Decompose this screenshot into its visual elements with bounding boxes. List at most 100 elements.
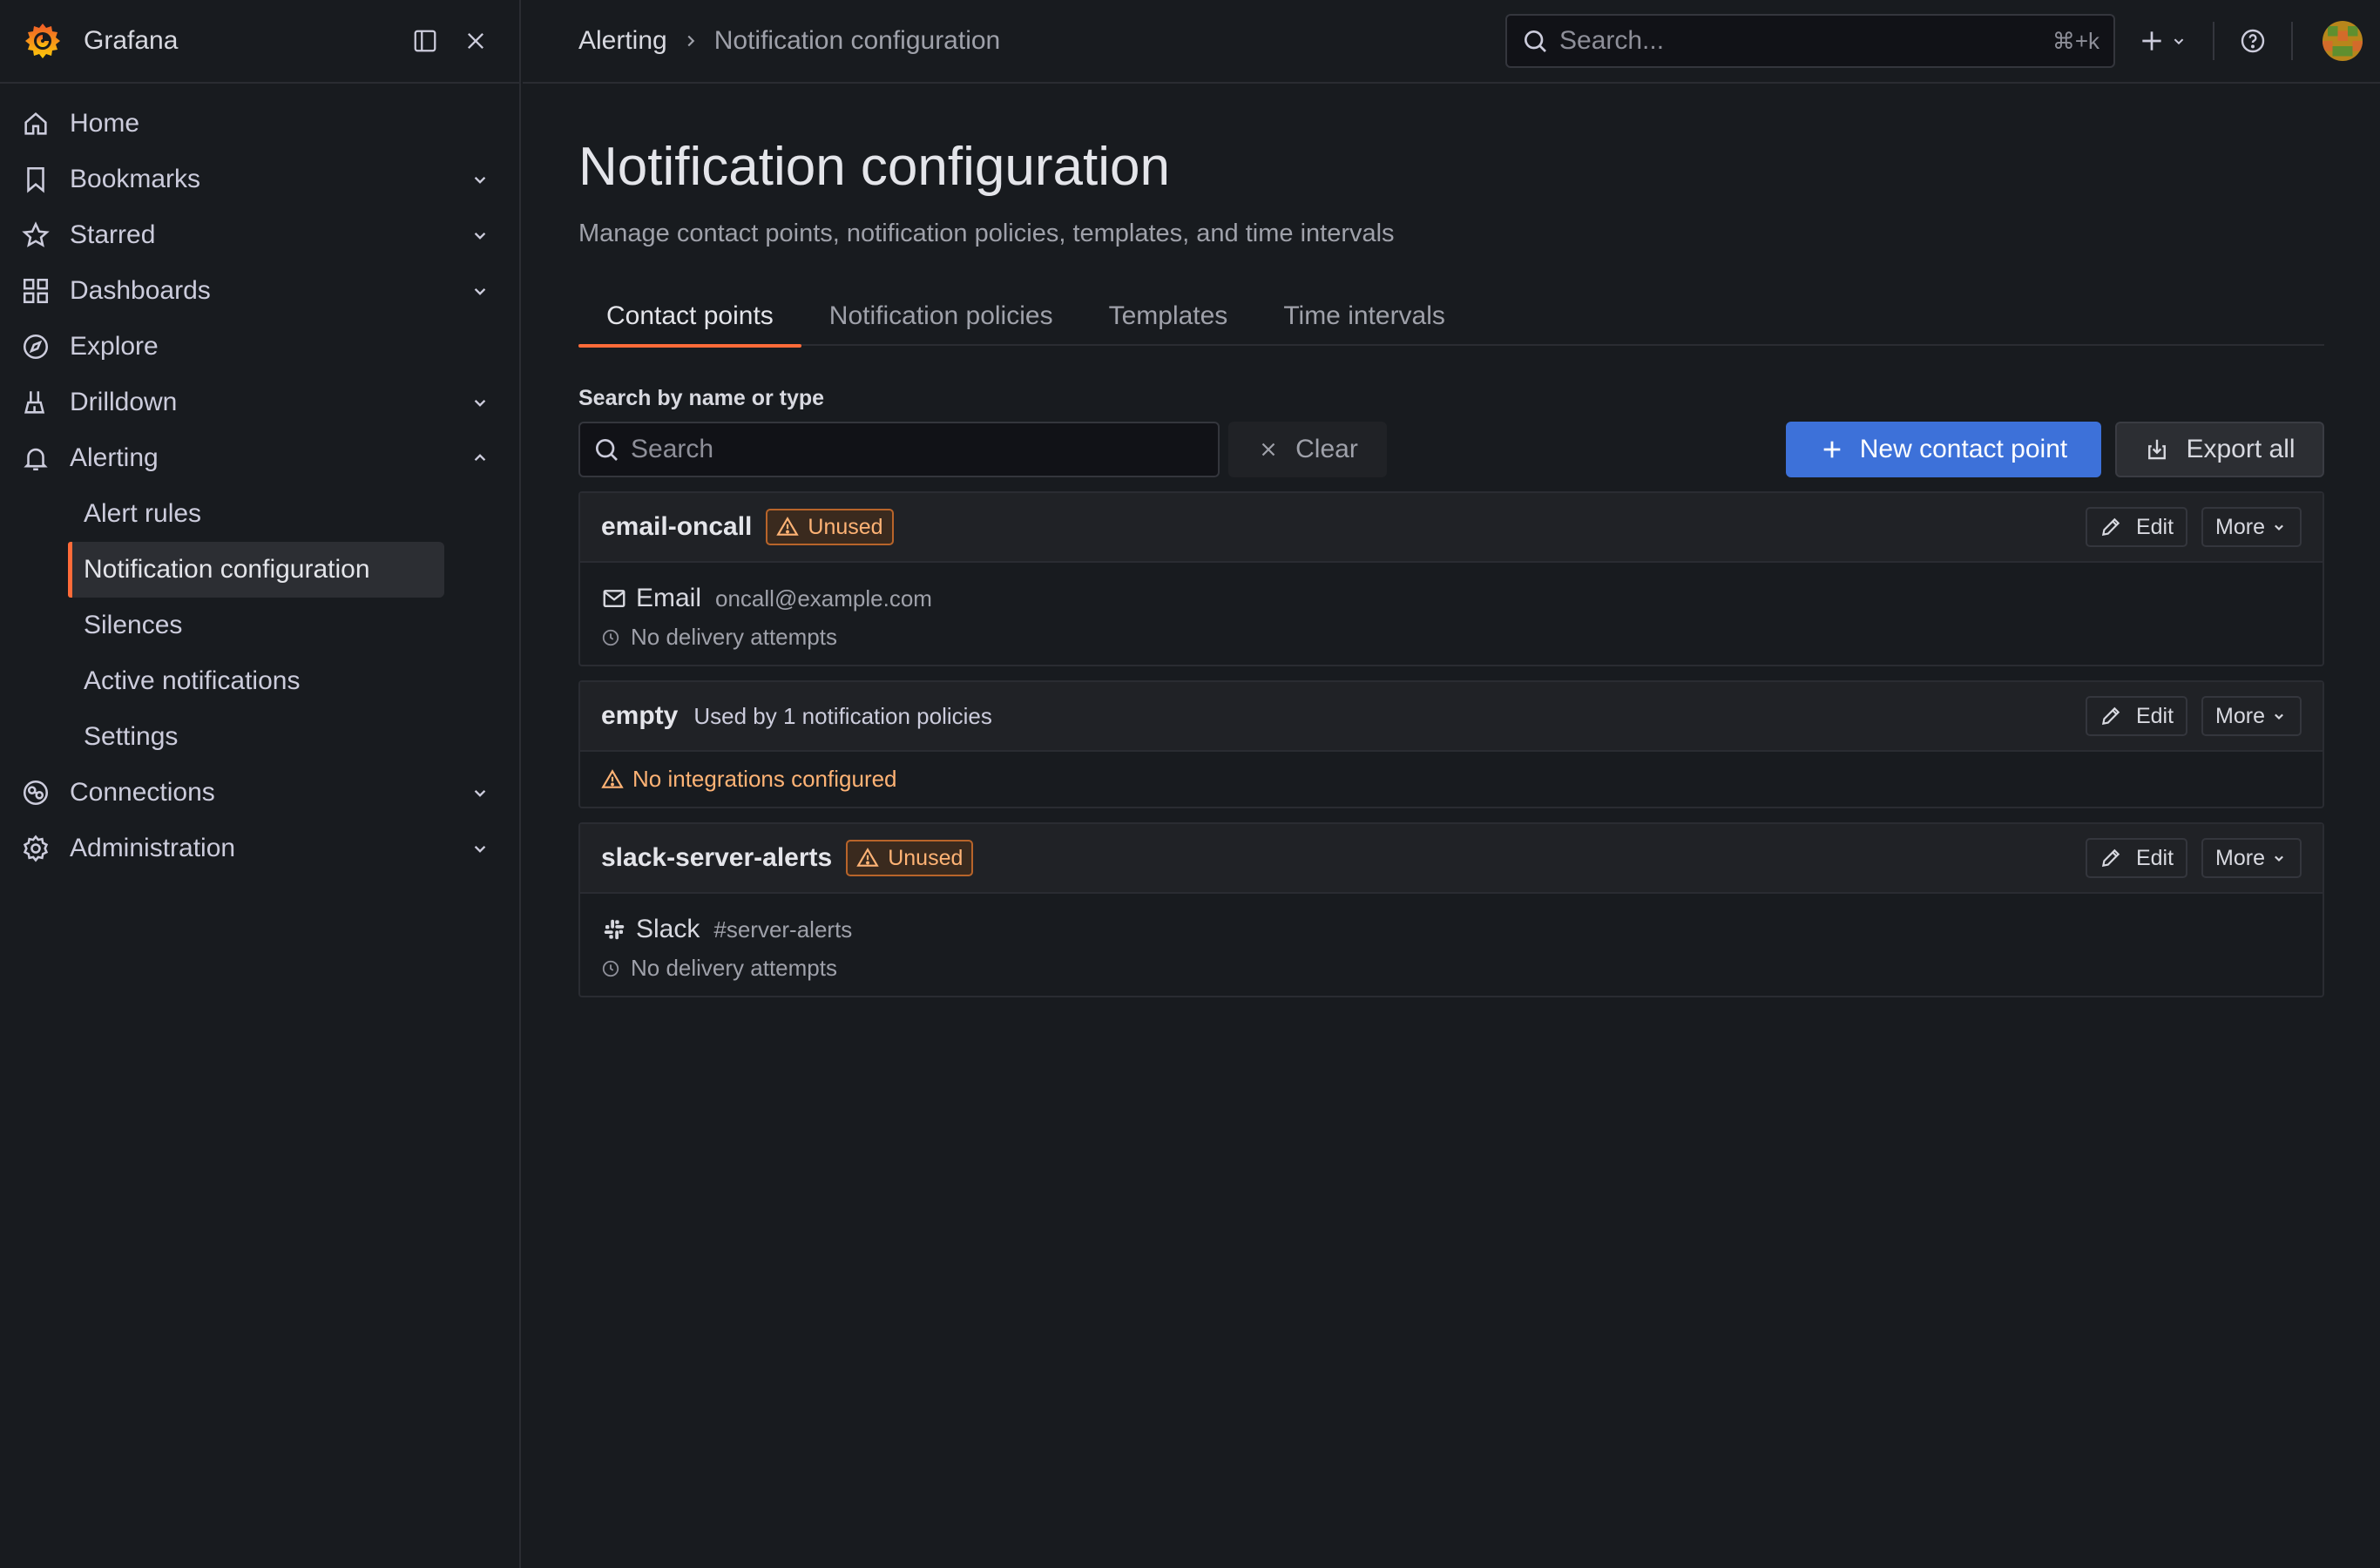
more-label: More <box>2215 845 2265 870</box>
home-icon <box>21 109 51 139</box>
user-avatar[interactable] <box>2323 21 2363 61</box>
sidebar-item-dashboards[interactable]: Dashboards <box>0 263 519 319</box>
tab-templates[interactable]: Templates <box>1081 287 1256 346</box>
sidebar-item-label: Connections <box>70 778 215 807</box>
integration-name: Email <box>636 584 702 612</box>
search-icon <box>592 436 620 463</box>
contact-point-name: slack-server-alerts <box>601 843 833 872</box>
sidebar-item-label: Bookmarks <box>70 165 201 193</box>
sidebar-header: Grafana <box>0 0 519 84</box>
dock-menu-icon[interactable] <box>404 20 446 62</box>
chevron-right-icon <box>681 31 700 51</box>
new-menu-button[interactable] <box>2129 14 2197 68</box>
search-icon <box>1521 27 1549 55</box>
contact-point-card: slack-server-alerts Unused Edit More Sla… <box>578 822 2324 997</box>
envelope-icon <box>601 585 627 612</box>
page-title: Notification configuration <box>578 137 1170 197</box>
contact-point-header: slack-server-alerts Unused Edit More <box>580 824 2323 894</box>
compass-icon <box>21 332 51 362</box>
sidebar-item-bookmarks[interactable]: Bookmarks <box>0 152 519 207</box>
plus-icon <box>2138 27 2166 55</box>
sidebar-item-connections[interactable]: Connections <box>0 765 519 821</box>
chevron-down-icon[interactable] <box>469 391 491 414</box>
contact-point-name: email-oncall <box>601 512 753 541</box>
search-label: Search by name or type <box>578 386 825 410</box>
unused-badge: Unused <box>766 509 894 545</box>
tabs: Contact points Notification policies Tem… <box>578 287 2324 348</box>
sidebar-item-alerting[interactable]: Alerting <box>0 430 519 486</box>
more-button[interactable]: More <box>2201 507 2302 547</box>
edit-button[interactable]: Edit <box>2085 507 2188 547</box>
sidebar-item-label: Notification configuration <box>84 555 370 584</box>
bell-icon <box>21 443 51 473</box>
sidebar-item-settings[interactable]: Settings <box>0 709 519 765</box>
drilldown-icon <box>21 388 51 417</box>
more-label: More <box>2215 514 2265 539</box>
sidebar-item-administration[interactable]: Administration <box>0 821 519 876</box>
search-shortcut: ⌘+k <box>2052 27 2099 54</box>
contact-point-card: email-oncall Unused Edit More Email onca… <box>578 491 2324 666</box>
sidebar-item-home[interactable]: Home <box>0 96 519 152</box>
breadcrumb-alerting[interactable]: Alerting <box>578 26 667 56</box>
sidebar-item-alert-rules[interactable]: Alert rules <box>0 486 519 542</box>
usage-text: Used by 1 notification policies <box>693 702 992 729</box>
search-placeholder: Search <box>631 435 714 463</box>
contact-point-header: email-oncall Unused Edit More <box>580 493 2323 563</box>
sidebar-item-drilldown[interactable]: Drilldown <box>0 375 519 430</box>
pen-icon <box>2099 705 2122 727</box>
contact-point-search-input[interactable]: Search <box>578 422 1220 477</box>
sidebar-item-starred[interactable]: Starred <box>0 207 519 263</box>
more-button[interactable]: More <box>2201 838 2302 878</box>
pen-icon <box>2099 516 2122 538</box>
integration-detail: oncall@example.com <box>715 585 932 612</box>
contact-point-card: empty Used by 1 notification policies Ed… <box>578 680 2324 808</box>
export-all-button[interactable]: Export all <box>2115 422 2324 477</box>
chevron-down-icon[interactable] <box>469 837 491 860</box>
integration-name: Slack <box>636 915 700 943</box>
new-contact-point-label: New contact point <box>1859 435 2068 463</box>
global-search-input[interactable]: Search... ⌘+k <box>1505 14 2115 68</box>
integration-detail: #server-alerts <box>713 916 853 943</box>
download-icon <box>2144 436 2170 463</box>
delivery-status: No delivery attempts <box>601 624 2302 651</box>
help-button[interactable] <box>2230 14 2275 68</box>
breadcrumb-current: Notification configuration <box>713 26 1001 55</box>
contact-point-list: email-oncall Unused Edit More Email onca… <box>578 491 2324 997</box>
chevron-up-icon[interactable] <box>469 447 491 470</box>
chevron-down-icon[interactable] <box>469 168 491 191</box>
warning-icon <box>601 768 624 791</box>
sidebar-item-explore[interactable]: Explore <box>0 319 519 375</box>
star-icon <box>21 220 51 250</box>
grafana-logo-icon[interactable] <box>23 21 63 61</box>
edit-button[interactable]: Edit <box>2085 696 2188 736</box>
new-contact-point-button[interactable]: New contact point <box>1786 422 2101 477</box>
help-icon <box>2239 27 2267 55</box>
sidebar-item-silences[interactable]: Silences <box>0 598 519 653</box>
search-placeholder: Search... <box>1559 26 1665 55</box>
close-icon[interactable] <box>455 20 497 62</box>
chevron-down-icon[interactable] <box>469 224 491 247</box>
chevron-down-icon[interactable] <box>469 280 491 302</box>
sidebar-item-label: Silences <box>84 611 183 639</box>
edit-label: Edit <box>2135 703 2174 728</box>
slack-icon <box>601 916 627 943</box>
tab-contact-points[interactable]: Contact points <box>578 287 801 348</box>
sidebar: Grafana Home Bookmarks Starred Dashboard… <box>0 0 521 1568</box>
edit-button[interactable]: Edit <box>2085 838 2188 878</box>
contact-point-actions: Edit More <box>2085 838 2302 878</box>
apps-icon <box>21 276 51 306</box>
tab-notification-policies[interactable]: Notification policies <box>801 287 1081 346</box>
app-name: Grafana <box>84 26 179 55</box>
integration-row: Slack #server-alerts <box>601 911 2302 948</box>
unused-badge: Unused <box>846 840 974 876</box>
close-icon <box>1257 438 1280 461</box>
chevron-down-icon[interactable] <box>469 781 491 804</box>
top-bar: Alerting Notification configuration Sear… <box>523 0 2380 84</box>
sidebar-item-active-notifications[interactable]: Active notifications <box>0 653 519 709</box>
tab-time-intervals[interactable]: Time intervals <box>1255 287 1473 346</box>
sidebar-item-notification-configuration[interactable]: Notification configuration <box>68 542 444 598</box>
clear-button[interactable]: Clear <box>1228 422 1387 477</box>
more-button[interactable]: More <box>2201 696 2302 736</box>
sidebar-item-label: Starred <box>70 220 156 249</box>
sidebar-item-label: Home <box>70 109 140 138</box>
